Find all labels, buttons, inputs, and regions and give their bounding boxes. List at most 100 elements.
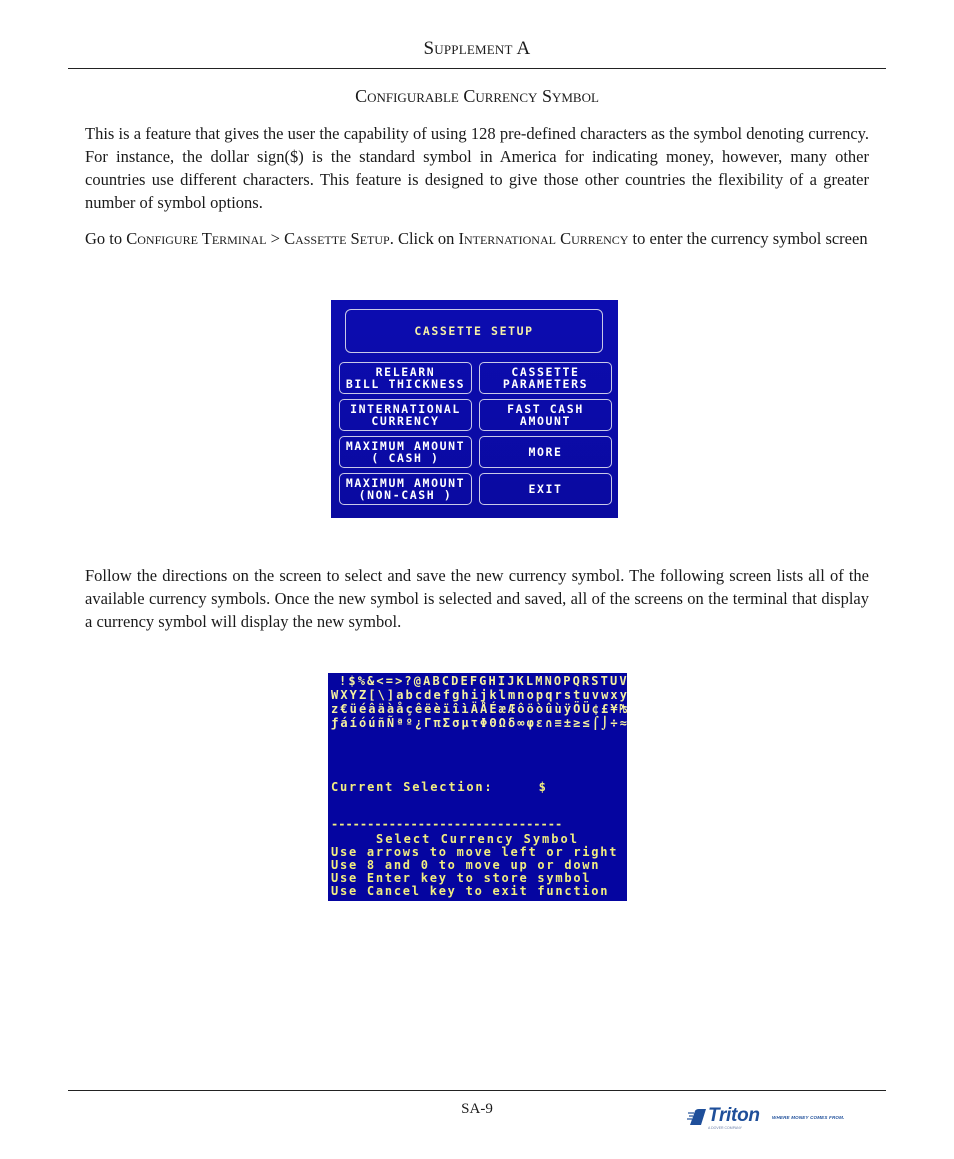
currency-symbol-option[interactable]: ú: [368, 717, 375, 730]
maximum-amount-non-cash-button[interactable]: MAXIMUM AMOUNT (NON-CASH ): [339, 473, 472, 505]
currency-symbol-option[interactable]: ê: [415, 703, 422, 716]
currency-symbol-option[interactable]: g: [452, 689, 459, 702]
fast-cash-amount-button[interactable]: FAST CASH AMOUNT: [479, 399, 612, 431]
currency-symbol-option[interactable]: G: [479, 675, 486, 688]
currency-symbol-option[interactable]: i: [471, 689, 478, 702]
currency-symbol-option[interactable]: \: [378, 689, 385, 702]
currency-symbol-option[interactable]: Y: [350, 689, 357, 702]
currency-symbol-option[interactable]: ö: [527, 703, 534, 716]
currency-symbol-option[interactable]: σ: [452, 717, 459, 730]
currency-symbol-option[interactable]: L: [526, 675, 533, 688]
currency-symbol-option[interactable]: ó: [359, 717, 366, 730]
currency-symbol-option[interactable]: å: [396, 703, 403, 716]
currency-symbol-option[interactable]: µ: [461, 717, 468, 730]
currency-symbol-option[interactable]: ä: [378, 703, 385, 716]
currency-symbol-option[interactable]: F: [470, 675, 477, 688]
currency-symbol-option[interactable]: ÷: [610, 717, 617, 730]
currency-symbol-option[interactable]: e: [433, 689, 440, 702]
currency-symbol-option[interactable]: ¢: [592, 703, 599, 716]
currency-symbol-option[interactable]: o: [527, 689, 534, 702]
more-button[interactable]: MORE: [479, 436, 612, 468]
currency-symbol-option[interactable]: í: [350, 717, 357, 730]
currency-symbol-option[interactable]: º: [406, 717, 413, 730]
currency-symbol-option[interactable]: á: [340, 717, 347, 730]
currency-symbol-option[interactable]: ë: [424, 703, 431, 716]
currency-symbol-option[interactable]: B: [432, 675, 439, 688]
currency-symbol-option[interactable]: t: [573, 689, 580, 702]
currency-symbol-option[interactable]: ¥: [610, 703, 617, 716]
currency-symbol-option[interactable]: E: [460, 675, 467, 688]
currency-symbol-option[interactable]: p: [536, 689, 543, 702]
currency-symbol-option[interactable]: D: [451, 675, 458, 688]
currency-symbol-option[interactable]: f: [443, 689, 450, 702]
currency-symbol-option[interactable]: <: [376, 675, 383, 688]
currency-symbol-option[interactable]: ≥: [573, 717, 580, 730]
currency-symbol-option[interactable]: ô: [517, 703, 524, 716]
currency-symbol-option[interactable]: @: [414, 675, 421, 688]
currency-symbol-option[interactable]: A: [423, 675, 430, 688]
currency-symbol-option[interactable]: l: [499, 689, 506, 702]
currency-symbol-option[interactable]: ù: [555, 703, 562, 716]
currency-symbol-option[interactable]: b: [406, 689, 413, 702]
currency-symbol-option[interactable]: î: [452, 703, 459, 716]
currency-symbol-option[interactable]: ì: [461, 703, 468, 716]
currency-symbol-option[interactable]: k: [489, 689, 496, 702]
maximum-amount-cash-button[interactable]: MAXIMUM AMOUNT ( CASH ): [339, 436, 472, 468]
currency-symbol-option[interactable]: â: [368, 703, 375, 716]
currency-symbol-option[interactable]: R: [582, 675, 589, 688]
currency-symbol-option[interactable]: δ: [508, 717, 515, 730]
currency-symbol-option[interactable]: φ: [527, 717, 534, 730]
currency-symbol-option[interactable]: u: [582, 689, 589, 702]
currency-symbol-option[interactable]: H: [489, 675, 496, 688]
currency-symbol-option[interactable]: ñ: [378, 717, 385, 730]
currency-symbol-option[interactable]: w: [601, 689, 608, 702]
currency-symbol-option[interactable]: r: [555, 689, 562, 702]
currency-symbol-option[interactable]: Q: [573, 675, 580, 688]
currency-symbol-option[interactable]: û: [545, 703, 552, 716]
relearn-bill-thickness-button[interactable]: RELEARN BILL THICKNESS: [339, 362, 472, 394]
currency-symbol-option[interactable]: π: [433, 717, 440, 730]
currency-symbol-option[interactable]: ƒ: [331, 717, 338, 730]
currency-symbol-option[interactable]: ≤: [582, 717, 589, 730]
exit-button[interactable]: EXIT: [479, 473, 612, 505]
currency-symbol-option[interactable]: =: [386, 675, 393, 688]
currency-symbol-option[interactable]: U: [610, 675, 617, 688]
currency-symbol-option[interactable]: ª: [396, 717, 403, 730]
currency-symbol-option[interactable]: Γ: [424, 717, 431, 730]
currency-symbol-option[interactable]: v: [592, 689, 599, 702]
currency-symbol-option[interactable]: ⌡: [601, 717, 608, 730]
currency-symbol-option[interactable]: y: [620, 689, 627, 702]
currency-symbol-option[interactable]: c: [415, 689, 422, 702]
international-currency-button[interactable]: INTERNATIONAL CURRENCY: [339, 399, 472, 431]
currency-symbol-option[interactable]: ü: [350, 703, 357, 716]
currency-symbol-option[interactable]: Σ: [443, 717, 450, 730]
currency-symbol-option[interactable]: &: [367, 675, 374, 688]
currency-symbol-option[interactable]: Z: [359, 689, 366, 702]
currency-symbol-option[interactable]: ∩: [545, 717, 552, 730]
currency-symbol-option[interactable]: I: [498, 675, 505, 688]
currency-symbol-option[interactable]: W: [331, 689, 338, 702]
currency-symbol-option[interactable]: ?: [404, 675, 411, 688]
currency-symbol-option[interactable]: Ω: [499, 717, 506, 730]
currency-symbol-option[interactable]: K: [517, 675, 524, 688]
currency-symbol-option[interactable]: S: [591, 675, 598, 688]
currency-symbol-option[interactable]: !: [339, 675, 346, 688]
currency-symbol-option[interactable]: Ü: [582, 703, 589, 716]
currency-symbol-option[interactable]: C: [442, 675, 449, 688]
currency-symbol-option[interactable]: T: [601, 675, 608, 688]
currency-symbol-option[interactable]: €: [340, 703, 347, 716]
currency-symbol-option[interactable]: Ñ: [387, 717, 394, 730]
currency-symbol-option[interactable]: x: [610, 689, 617, 702]
cassette-parameters-button[interactable]: CASSETTE PARAMETERS: [479, 362, 612, 394]
currency-symbol-option[interactable]: M: [535, 675, 542, 688]
currency-symbol-option[interactable]: £: [601, 703, 608, 716]
currency-symbol-option[interactable]: [: [368, 689, 375, 702]
currency-symbol-option[interactable]: N: [545, 675, 552, 688]
currency-symbol-option[interactable]: ]: [387, 689, 394, 702]
currency-symbol-option[interactable]: ¿: [415, 717, 422, 730]
currency-symbol-option[interactable]: d: [424, 689, 431, 702]
currency-symbol-option[interactable]: Å: [480, 703, 487, 716]
currency-symbol-option[interactable]: ò: [536, 703, 543, 716]
currency-symbol-option[interactable]: τ: [471, 717, 478, 730]
currency-symbol-option[interactable]: ±: [564, 717, 571, 730]
